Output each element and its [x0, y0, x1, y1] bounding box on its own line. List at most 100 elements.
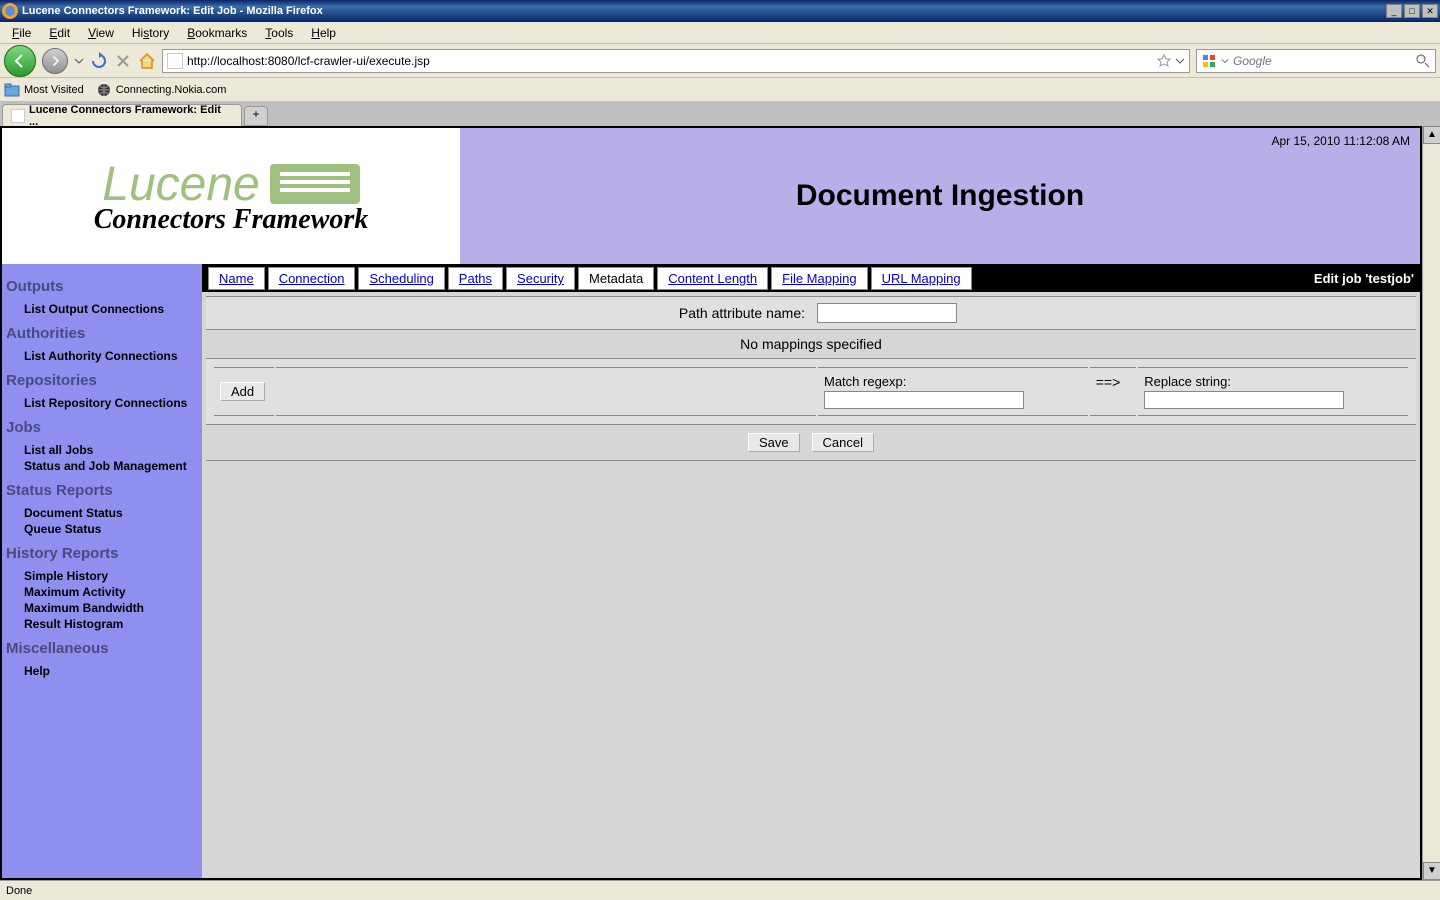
firefox-icon — [2, 3, 18, 19]
cancel-button[interactable]: Cancel — [812, 433, 874, 452]
replace-label: Replace string: — [1144, 374, 1402, 389]
match-label: Match regexp: — [824, 374, 1082, 389]
path-attr-label: Path attribute name: — [206, 297, 811, 330]
sidebar-section-title: Miscellaneous — [4, 640, 200, 657]
arrow-label: ==> — [1090, 367, 1136, 416]
statusbar: Done — [0, 880, 1440, 900]
workspace: NameConnectionSchedulingPathsSecurityMet… — [202, 264, 1420, 878]
bookmark-label: Most Visited — [24, 84, 84, 96]
page-favicon — [167, 53, 183, 69]
app-tab-security[interactable]: Security — [506, 267, 575, 290]
bookmark-nokia[interactable]: Connecting.Nokia.com — [96, 82, 227, 98]
sidebar-link[interactable]: Help — [4, 663, 200, 679]
sidebar-section-title: Jobs — [4, 419, 200, 436]
forward-button[interactable] — [42, 48, 68, 74]
sidebar-link[interactable]: Result Histogram — [4, 616, 200, 632]
home-icon — [138, 52, 156, 70]
app-tab-scheduling[interactable]: Scheduling — [358, 267, 444, 290]
url-input[interactable] — [187, 54, 1153, 68]
browser-tab-bar: Lucene Connectors Framework: Edit ... + — [0, 102, 1440, 126]
path-attr-input[interactable] — [817, 303, 957, 323]
sidebar-section-title: Status Reports — [4, 482, 200, 499]
sidebar: OutputsList Output ConnectionsAuthoritie… — [2, 264, 202, 878]
globe-icon — [96, 82, 112, 98]
sidebar-link[interactable]: Maximum Activity — [4, 584, 200, 600]
app-tab-content-length[interactable]: Content Length — [657, 267, 768, 290]
browser-tab-label: Lucene Connectors Framework: Edit ... — [29, 104, 233, 128]
sidebar-link[interactable]: Simple History — [4, 568, 200, 584]
app-tab-connection[interactable]: Connection — [268, 267, 356, 290]
timestamp: Apr 15, 2010 11:12:08 AM — [1271, 134, 1410, 148]
vertical-scrollbar[interactable]: ▲ ▼ — [1422, 126, 1440, 880]
stop-icon — [114, 52, 132, 70]
history-dropdown-icon[interactable] — [74, 56, 84, 66]
search-icon[interactable] — [1415, 53, 1431, 69]
sidebar-link[interactable]: List all Jobs — [4, 442, 200, 458]
sidebar-link[interactable]: Status and Job Management — [4, 458, 200, 474]
search-engine-dropdown-icon[interactable] — [1221, 57, 1229, 65]
back-button[interactable] — [4, 45, 36, 77]
page-title: Document Ingestion — [796, 179, 1084, 213]
page-content: Lucene Connectors Framework Apr 15, 2010… — [0, 126, 1422, 880]
scroll-down-icon[interactable]: ▼ — [1423, 862, 1440, 880]
navigation-toolbar — [0, 44, 1440, 78]
new-tab-button[interactable]: + — [244, 106, 268, 126]
bookmark-most-visited[interactable]: Most Visited — [4, 82, 84, 98]
menu-history[interactable]: History — [124, 24, 177, 42]
sidebar-link[interactable]: List Output Connections — [4, 301, 200, 317]
replace-string-input[interactable] — [1144, 391, 1344, 409]
home-button[interactable] — [138, 52, 156, 70]
sidebar-link[interactable]: List Repository Connections — [4, 395, 200, 411]
menu-file[interactable]: File — [4, 24, 39, 42]
menu-tools[interactable]: Tools — [257, 24, 301, 42]
browser-tab-active[interactable]: Lucene Connectors Framework: Edit ... — [2, 104, 242, 126]
menu-bookmarks[interactable]: Bookmarks — [179, 24, 255, 42]
logo-swoosh-icon — [270, 164, 360, 204]
sidebar-section-title: Repositories — [4, 372, 200, 389]
sidebar-link[interactable]: Maximum Bandwidth — [4, 600, 200, 616]
close-button[interactable]: ✕ — [1422, 4, 1438, 18]
page-header: Lucene Connectors Framework Apr 15, 2010… — [2, 128, 1420, 264]
match-regexp-input[interactable] — [824, 391, 1024, 409]
sidebar-link[interactable]: List Authority Connections — [4, 348, 200, 364]
save-button[interactable]: Save — [748, 433, 800, 452]
reload-button[interactable] — [90, 52, 108, 70]
arrow-left-icon — [12, 53, 28, 69]
stop-button[interactable] — [114, 52, 132, 70]
menu-view[interactable]: View — [80, 24, 122, 42]
bookmarks-toolbar: Most Visited Connecting.Nokia.com — [0, 78, 1440, 102]
add-button[interactable]: Add — [220, 382, 265, 401]
bookmark-star-icon[interactable] — [1157, 54, 1171, 68]
google-icon — [1201, 53, 1217, 69]
no-mappings-message: No mappings specified — [206, 330, 1416, 359]
arrow-right-icon — [49, 55, 61, 67]
logo-line2: Connectors Framework — [94, 204, 369, 236]
search-box[interactable] — [1196, 49, 1436, 73]
app-tab-file-mapping[interactable]: File Mapping — [771, 267, 867, 290]
menu-edit[interactable]: Edit — [41, 24, 78, 42]
sidebar-section-title: History Reports — [4, 545, 200, 562]
app-tab-paths[interactable]: Paths — [448, 267, 503, 290]
sidebar-link[interactable]: Queue Status — [4, 521, 200, 537]
window-titlebar: Lucene Connectors Framework: Edit Job - … — [0, 0, 1440, 22]
header-right: Apr 15, 2010 11:12:08 AM Document Ingest… — [460, 128, 1420, 264]
scroll-up-icon[interactable]: ▲ — [1423, 126, 1440, 144]
app-tab-name[interactable]: Name — [208, 267, 265, 290]
reload-icon — [90, 52, 108, 70]
url-bar[interactable] — [162, 49, 1190, 73]
bookmark-label: Connecting.Nokia.com — [116, 84, 227, 96]
window-title: Lucene Connectors Framework: Edit Job - … — [22, 5, 323, 17]
app-tab-metadata[interactable]: Metadata — [578, 267, 654, 290]
app-tab-url-mapping[interactable]: URL Mapping — [871, 267, 972, 290]
app-tab-row: NameConnectionSchedulingPathsSecurityMet… — [202, 264, 1420, 292]
sidebar-link[interactable]: Document Status — [4, 505, 200, 521]
menubar: File Edit View History Bookmarks Tools H… — [0, 22, 1440, 44]
minimize-button[interactable]: _ — [1386, 4, 1402, 18]
menu-help[interactable]: Help — [303, 24, 344, 42]
search-input[interactable] — [1233, 54, 1411, 68]
sidebar-section-title: Outputs — [4, 278, 200, 295]
url-dropdown-icon[interactable] — [1175, 56, 1185, 66]
maximize-button[interactable]: □ — [1404, 4, 1420, 18]
edit-job-label: Edit job 'testjob' — [1314, 271, 1414, 286]
tab-favicon — [11, 109, 25, 123]
